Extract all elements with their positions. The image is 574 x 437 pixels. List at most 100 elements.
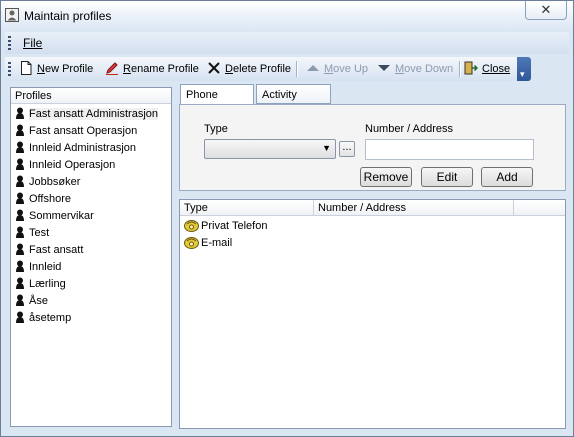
person-silhouette-icon	[16, 107, 24, 119]
list-item[interactable]: Innleid Operasjon	[15, 157, 115, 174]
toolbar-grip-handle[interactable]	[8, 62, 11, 76]
move-up-button[interactable]: Move Up	[306, 60, 368, 78]
type-dropdown[interactable]: ▼	[204, 139, 336, 159]
browse-ellipsis-button[interactable]: ...	[339, 141, 355, 157]
list-item[interactable]: Åse	[15, 293, 48, 310]
phone-icon	[184, 220, 199, 232]
delete-x-icon	[208, 62, 220, 74]
profile-name: Offshore	[29, 193, 71, 205]
type-column-label: Type	[184, 202, 208, 214]
remove-label: Remove	[363, 170, 409, 184]
close-label: Close	[482, 63, 511, 75]
list-item[interactable]: Offshore	[15, 191, 71, 208]
list-item[interactable]: Lærling	[15, 276, 66, 293]
type-column-header[interactable]: Type	[180, 200, 314, 216]
person-silhouette-icon	[16, 243, 24, 255]
chevron-down-icon: ▼	[322, 143, 331, 153]
list-item[interactable]: Fast ansatt Administrasjon	[15, 106, 159, 123]
tab-phone-profile[interactable]: Phone profile	[180, 84, 254, 121]
pencil-icon	[106, 62, 118, 75]
delete-profile-button[interactable]: Delete Profile	[207, 60, 291, 78]
profiles-column-header[interactable]: Profiles	[11, 88, 171, 104]
toolbar: New Profile Rename Profile Delete Profil…	[5, 57, 531, 81]
maintain-profiles-window: Maintain profiles ✕ File New Profile Ren…	[0, 0, 574, 437]
row-type: Privat Telefon	[201, 220, 268, 232]
profile-name: åsetemp	[29, 312, 72, 324]
toolbar-separator	[459, 61, 461, 77]
new-profile-button[interactable]: New Profile	[19, 60, 93, 78]
person-silhouette-icon	[16, 294, 24, 306]
new-document-icon	[21, 61, 32, 75]
move-down-button[interactable]: Move Down	[377, 60, 453, 78]
profile-window-icon	[5, 8, 19, 22]
list-item[interactable]: Fast ansatt	[15, 242, 83, 259]
profile-name: Åse	[29, 295, 48, 307]
list-item[interactable]: Innleid	[15, 259, 61, 276]
number-column-header[interactable]: Number / Address	[314, 200, 514, 216]
delete-profile-label: Delete Profile	[225, 63, 292, 75]
window-title: Maintain profiles	[24, 9, 112, 23]
number-address-input[interactable]	[365, 139, 534, 160]
person-silhouette-icon	[16, 209, 24, 221]
menu-bar: File	[5, 32, 569, 54]
person-silhouette-icon	[16, 260, 24, 272]
list-item[interactable]: Fast ansatt Operasjon	[15, 123, 137, 140]
profile-name: Lærling	[29, 278, 66, 290]
window-close-button[interactable]: ✕	[525, 1, 567, 20]
edit-label: Edit	[436, 170, 458, 184]
close-button[interactable]: Close	[464, 60, 510, 78]
phone-entries-list[interactable]: Type Number / Address Privat Telefon E-ma…	[179, 199, 566, 429]
toolbar-separator	[296, 61, 298, 77]
number-address-label: Number / Address	[365, 123, 454, 135]
list-item[interactable]: Sommervikar	[15, 208, 94, 225]
list-item[interactable]: åsetemp	[15, 310, 71, 327]
edit-button[interactable]: Edit	[421, 167, 473, 187]
menubar-grip-handle[interactable]	[8, 36, 11, 50]
number-column-label: Number / Address	[318, 202, 407, 214]
remove-button[interactable]: Remove	[360, 167, 412, 187]
tab-activity-profile[interactable]: Activity profile	[256, 84, 331, 121]
person-silhouette-icon	[16, 226, 24, 238]
profile-name: Innleid	[29, 261, 62, 273]
profiles-list[interactable]: Profiles Fast ansatt Administrasjon Fast …	[10, 87, 172, 427]
rename-profile-button[interactable]: Rename Profile	[105, 60, 199, 78]
table-row[interactable]: E-mail	[184, 235, 232, 252]
ellipsis-label: ...	[342, 141, 352, 153]
profile-name: Jobbsøker	[29, 176, 81, 188]
row-type: E-mail	[201, 237, 233, 249]
phone-icon	[184, 237, 199, 249]
filler-column-header	[514, 200, 565, 216]
person-silhouette-icon	[16, 124, 24, 136]
profile-name: Sommervikar	[29, 210, 94, 222]
person-silhouette-icon	[16, 311, 24, 323]
profiles-header-label: Profiles	[15, 90, 52, 102]
title-bar: Maintain profiles ✕	[1, 1, 573, 31]
move-up-label: Move Up	[324, 63, 369, 75]
add-label: Add	[496, 170, 518, 184]
arrow-down-icon	[378, 65, 390, 71]
person-silhouette-icon	[16, 277, 24, 289]
profile-name: Test	[29, 227, 50, 239]
add-button[interactable]: Add	[481, 167, 533, 187]
chevron-down-icon: ▾	[520, 69, 525, 79]
person-silhouette-icon	[16, 175, 24, 187]
list-item[interactable]: Test	[15, 225, 49, 242]
list-item[interactable]: Jobbsøker	[15, 174, 80, 191]
close-icon: ✕	[540, 2, 552, 17]
arrow-up-icon	[307, 65, 319, 71]
rename-profile-label: Rename Profile	[123, 63, 199, 75]
profile-name: Fast ansatt Operasjon	[29, 125, 138, 137]
new-profile-label: New Profile	[37, 63, 94, 75]
menu-file[interactable]: File	[23, 36, 42, 50]
table-row[interactable]: Privat Telefon	[184, 218, 267, 235]
move-down-label: Move Down	[395, 63, 454, 75]
profile-name: Fast ansatt Administrasjon	[29, 108, 159, 120]
person-silhouette-icon	[16, 158, 24, 170]
person-silhouette-icon	[16, 141, 24, 153]
profile-name: Fast ansatt	[29, 244, 84, 256]
type-label: Type	[204, 123, 228, 135]
exit-door-icon	[464, 61, 478, 75]
list-item[interactable]: Innleid Administrasjon	[15, 140, 136, 157]
toolbar-overflow-button[interactable]: ▾	[517, 57, 531, 81]
profile-name: Innleid Administrasjon	[29, 142, 137, 154]
